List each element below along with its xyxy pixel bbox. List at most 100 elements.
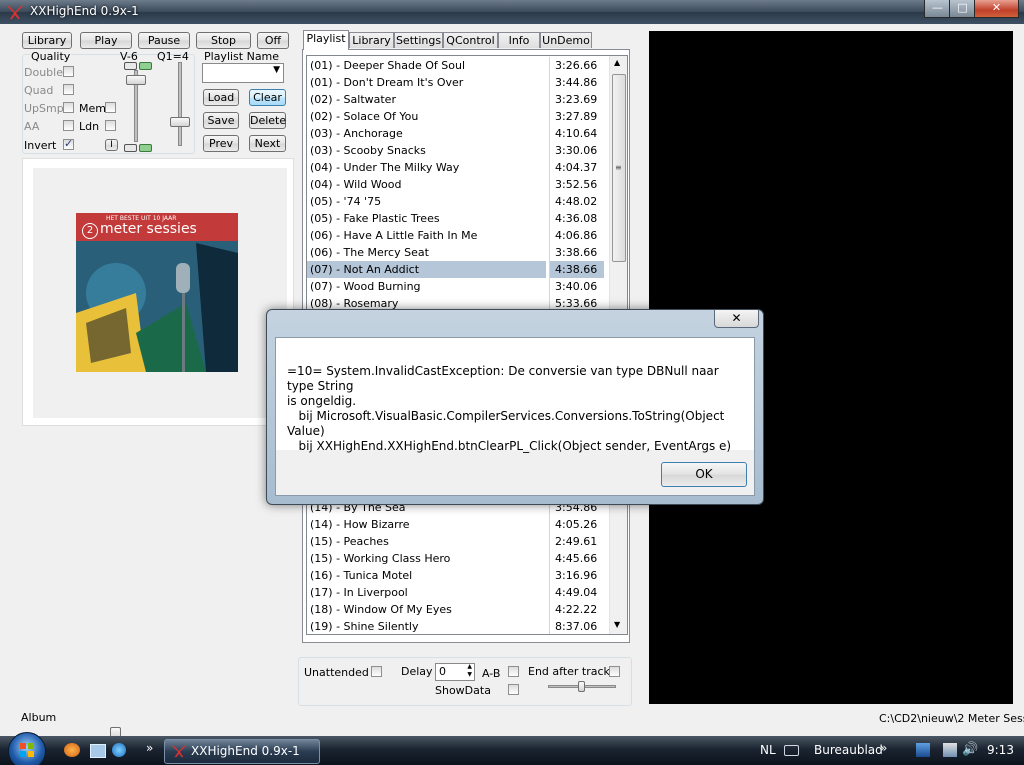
tab-undemo[interactable]: UnDemo	[540, 32, 592, 48]
balance-slider-thumb[interactable]	[578, 681, 585, 692]
playlist-row[interactable]: (06) - The Mercy Seat 3:38.66	[307, 244, 597, 261]
stop-button[interactable]: Stop	[196, 32, 251, 49]
end-after-track-checkbox[interactable]	[609, 666, 620, 677]
clear-button[interactable]: Clear	[249, 89, 286, 106]
q1-slider-thumb[interactable]	[170, 117, 190, 127]
minimize-button[interactable]: —	[924, 0, 951, 18]
playlist-row[interactable]: (04) - Under The Milky Way 4:04.37	[307, 159, 597, 176]
upsmp-checkbox[interactable]	[63, 102, 74, 113]
playlist-row[interactable]: (07) - Not An Addict 4:38.66	[307, 261, 604, 278]
playlist-row[interactable]: (03) - Scooby Snacks 3:30.06	[307, 142, 597, 159]
track-duration: 4:05.26	[555, 518, 598, 531]
invert-checkbox[interactable]	[63, 137, 74, 150]
playlist-row[interactable]: (18) - Window Of My Eyes 4:22.22	[307, 601, 597, 618]
tab-library[interactable]: Library	[349, 32, 394, 48]
quicklaunch-overflow-icon[interactable]: »	[146, 741, 153, 755]
mem-checkbox[interactable]	[105, 102, 116, 113]
volume-up-button[interactable]	[139, 62, 152, 70]
next-button[interactable]: Next	[249, 135, 286, 152]
scroll-down-icon[interactable]: ▼	[614, 620, 620, 629]
ldn-checkbox[interactable]	[105, 120, 116, 131]
clock[interactable]: 9:13	[987, 743, 1014, 757]
ok-button[interactable]: OK	[661, 462, 747, 487]
play-button[interactable]: Play	[80, 32, 132, 49]
load-button[interactable]: Load	[203, 89, 239, 106]
playlist-row[interactable]: (05) - '74 '75 4:48.02	[307, 193, 597, 210]
delay-stepper[interactable]: 0 ▲ ▼	[435, 663, 475, 681]
playlist-row[interactable]: (01) - Don't Dream It's Over 3:44.86	[307, 74, 597, 91]
mem-label: Mem	[79, 102, 106, 115]
playlist-row[interactable]: (02) - Saltwater 3:23.69	[307, 91, 597, 108]
playlist-row[interactable]: (03) - Anchorage 4:10.64	[307, 125, 597, 142]
volume-max-button[interactable]	[139, 144, 152, 152]
monitor-icon[interactable]	[943, 743, 957, 757]
keyboard-icon[interactable]	[784, 745, 799, 756]
playlist-row[interactable]: (04) - Wild Wood 3:52.56	[307, 176, 597, 193]
maximize-button[interactable]: □	[949, 0, 976, 18]
double-checkbox[interactable]	[63, 66, 74, 77]
aa-checkbox[interactable]	[63, 120, 74, 131]
taskbar: » XXHighEnd 0.9x-1 NL Bureaublad » 🔊 9:1…	[0, 732, 1024, 765]
quad-checkbox[interactable]	[63, 84, 74, 95]
taskbar-item-xxhighend[interactable]: XXHighEnd 0.9x-1	[164, 739, 320, 764]
save-button[interactable]: Save	[203, 112, 239, 129]
playlist-row[interactable]: (14) - How Bizarre 4:05.26	[307, 516, 597, 533]
playlist-row[interactable]: (15) - Working Class Hero 4:45.66	[307, 550, 597, 567]
playlist-row[interactable]: (15) - Peaches 2:49.61	[307, 533, 597, 550]
showdata-checkbox[interactable]	[508, 684, 519, 695]
stepper-up-icon[interactable]: ▲	[467, 663, 472, 670]
column-divider	[549, 227, 550, 244]
scroll-up-icon[interactable]: ▲	[614, 58, 620, 67]
grip-icon: ≡	[615, 163, 622, 172]
column-divider	[549, 74, 550, 91]
off-button[interactable]: Off	[257, 32, 289, 49]
delete-button[interactable]: Delete	[249, 112, 286, 129]
volume-down-button[interactable]	[124, 62, 137, 70]
column-divider	[549, 108, 550, 125]
scrollbar-thumb[interactable]: ≡	[612, 74, 626, 262]
showdata-label: ShowData	[435, 684, 491, 697]
dialog-close-button[interactable]: ✕	[714, 310, 759, 328]
playlist-name-select[interactable]: ▼	[202, 63, 284, 83]
track-title: (03) - Anchorage	[310, 127, 403, 140]
close-button[interactable]: ✕	[974, 0, 1019, 18]
playlist-row[interactable]: (07) - Wood Burning 3:40.06	[307, 278, 597, 295]
track-duration: 2:49.61	[555, 535, 598, 548]
desktop-toolbar-label[interactable]: Bureaublad	[814, 743, 883, 757]
ab-checkbox[interactable]	[508, 666, 519, 677]
volume-min-button[interactable]	[124, 144, 137, 152]
playlist-row[interactable]: (02) - Solace Of You 3:27.89	[307, 108, 597, 125]
unattended-label: Unattended	[304, 666, 369, 679]
playlist-row[interactable]: (16) - Tunica Motel 3:16.96	[307, 567, 597, 584]
unattended-checkbox[interactable]	[371, 666, 382, 677]
tab-settings[interactable]: Settings	[394, 32, 443, 48]
playlist-row[interactable]: (05) - Fake Plastic Trees 4:36.08	[307, 210, 597, 227]
i-button[interactable]: I	[105, 139, 118, 151]
tab-info[interactable]: Info	[498, 32, 540, 48]
quality-label: Quality	[30, 50, 72, 63]
language-indicator[interactable]: NL	[760, 743, 776, 757]
tab-playlist[interactable]: Playlist	[303, 30, 349, 50]
network-icon[interactable]	[916, 743, 930, 757]
show-desktop-icon[interactable]	[90, 744, 106, 758]
volume-slider-thumb[interactable]	[126, 75, 146, 85]
start-button[interactable]	[8, 732, 46, 765]
volume-icon[interactable]: 🔊	[962, 742, 978, 757]
playlist-row[interactable]: (17) - In Liverpool 4:49.04	[307, 584, 597, 601]
stepper-down-icon[interactable]: ▼	[467, 671, 472, 678]
playlist-row[interactable]: (06) - Have A Little Faith In Me 4:06.86	[307, 227, 597, 244]
ie-icon[interactable]	[112, 743, 126, 757]
tray-overflow-icon[interactable]: »	[880, 741, 887, 755]
prev-button[interactable]: Prev	[203, 135, 239, 152]
playlist-row[interactable]: (19) - Shine Silently 8:37.06	[307, 618, 597, 634]
column-divider	[549, 278, 550, 295]
library-button[interactable]: Library	[22, 32, 72, 49]
tab-qcontrol[interactable]: QControl	[443, 32, 498, 48]
pause-button[interactable]: Pause	[138, 32, 190, 49]
track-duration: 4:06.86	[555, 229, 598, 242]
q1-label: Q1=4	[157, 50, 189, 63]
track-duration: 4:48.02	[555, 195, 598, 208]
track-duration: 4:22.22	[555, 603, 598, 616]
firefox-icon[interactable]	[64, 743, 80, 757]
playlist-row[interactable]: (01) - Deeper Shade Of Soul 3:26.66	[307, 57, 597, 74]
